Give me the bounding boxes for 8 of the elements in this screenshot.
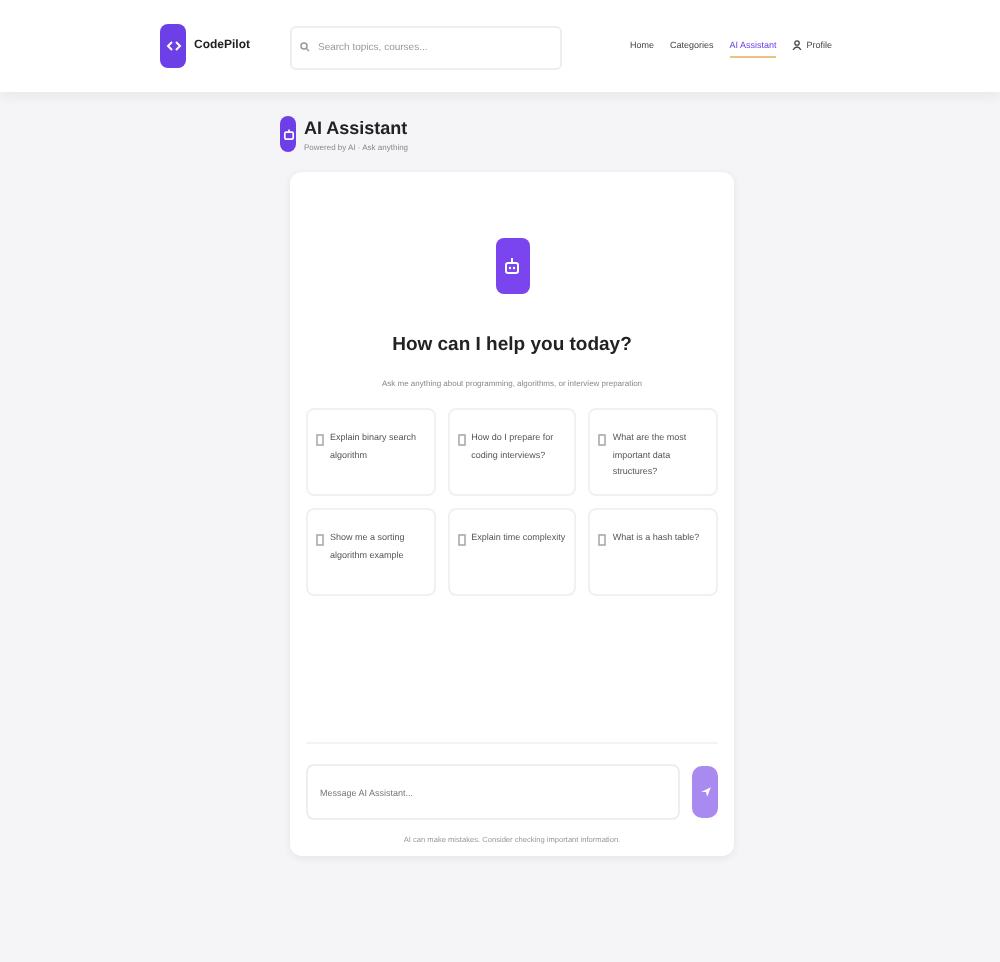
send-button[interactable] bbox=[692, 766, 718, 818]
user-icon bbox=[792, 40, 803, 50]
logo-icon bbox=[160, 24, 186, 68]
robot-icon bbox=[280, 116, 296, 152]
robot-icon bbox=[495, 238, 529, 294]
page-title: AI Assistant bbox=[304, 117, 409, 137]
welcome-heading: How can I help you today? bbox=[392, 334, 632, 356]
send-icon bbox=[699, 786, 711, 798]
